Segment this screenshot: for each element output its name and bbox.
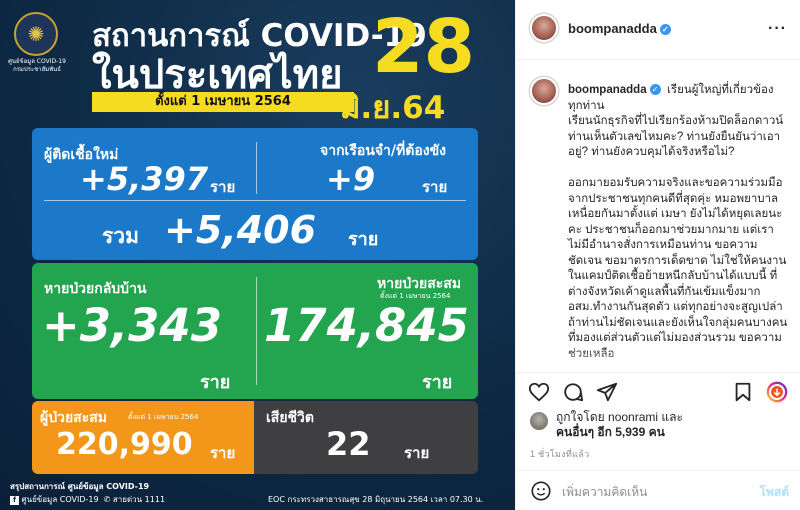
recovered-today-unit: ราย [200, 372, 231, 393]
comment-box: โพสต์ [516, 470, 800, 510]
likes-summary: ถูกใจโดย noonrami และ คนอื่นๆ อีก 5,939 … [530, 410, 790, 440]
seal-caption: ศูนย์ข้อมูล COVID-19 กรมประชาสัมพันธ์ [8, 58, 66, 73]
government-seal-logo: ✺ [14, 12, 58, 56]
story-ring-icon[interactable] [766, 381, 788, 403]
share-icon[interactable] [596, 381, 618, 403]
verified-badge-icon: ✓ [649, 84, 661, 95]
since-date-banner: ตั้งแต่ 1 เมษายน 2564 [92, 92, 354, 112]
header-username[interactable]: boompanadda ✓ [568, 21, 671, 36]
recovered-total-unit: ราย [422, 372, 453, 393]
post-comment-button[interactable]: โพสต์ [760, 483, 789, 502]
total-today-label: รวม [102, 224, 139, 248]
username-text[interactable]: boompanadda [568, 21, 657, 36]
caption-avatar[interactable] [530, 77, 558, 105]
recovered-today-label: หายป่วยกลับบ้าน [44, 281, 147, 297]
footer-contact: f ศูนย์ข้อมูล COVID-19 ✆ สายด่วน 1111 [10, 493, 165, 506]
recovered-total-value: 174,845 [264, 299, 469, 352]
caption-fade [516, 350, 800, 370]
cumulative-cases-label: ผู้ป่วยสะสม [40, 410, 107, 426]
prison-cases-unit: ราย [422, 178, 448, 196]
divider [256, 277, 257, 385]
heart-icon[interactable] [528, 381, 550, 403]
deaths-unit: ราย [404, 444, 430, 462]
liker-avatar[interactable] [530, 412, 548, 430]
date-day: 28 [372, 4, 475, 90]
phone-icon: ✆ [101, 495, 111, 504]
cumulative-cases-value: 220,990 [56, 427, 193, 462]
divider [44, 200, 466, 201]
caption-area: boompanadda ✓ เรียนผู้ใหญ่ที่เกี่ยวข้องทุ… [516, 61, 800, 370]
new-cases-value: +5,397 [80, 160, 209, 198]
facebook-icon: f [10, 496, 19, 505]
likes-count[interactable]: คนอื่นๆ อีก 5,939 คน [556, 425, 665, 439]
avatar[interactable] [530, 14, 558, 42]
caption-username[interactable]: boompanadda [568, 84, 647, 96]
liked-by-text[interactable]: ถูกใจโดย noonrami และ [556, 410, 683, 424]
date-month-year: มิ.ย.64 [340, 90, 446, 126]
new-cases-unit: ราย [210, 178, 236, 196]
cumulative-cases-panel: ผู้ป่วยสะสม ตั้งแต่ 1 เมษายน 2564 220,99… [32, 401, 254, 474]
deaths-value: 22 [326, 425, 371, 463]
footer-facebook: ศูนย์ข้อมูล COVID-19 [21, 495, 99, 504]
instagram-post-panel: boompanadda ✓ ··· boompanadda ✓ เรียนผู้ให… [515, 0, 800, 510]
cumulative-cases-unit: ราย [210, 444, 236, 462]
post-image[interactable]: ✺ ศูนย์ข้อมูล COVID-19 กรมประชาสัมพันธ์ … [0, 0, 515, 510]
post-header: boompanadda ✓ ··· [516, 0, 800, 60]
total-today-value: +5,406 [164, 208, 317, 252]
emoji-icon[interactable] [530, 480, 552, 502]
infographic-footer: สรุปสถานการณ์ ศูนย์ข้อมูล COVID-19 f ศูน… [10, 478, 510, 508]
more-horizontal-icon[interactable]: ··· [768, 20, 787, 38]
recovered-panel: หายป่วยกลับบ้าน +3,343 ราย หายป่วยสะสม ต… [32, 263, 478, 399]
footer-title: สรุปสถานการณ์ ศูนย์ข้อมูล COVID-19 [10, 482, 150, 491]
bookmark-icon[interactable] [732, 381, 754, 403]
post-timestamp[interactable]: 1 ชั่วโมงที่แล้ว [530, 447, 589, 461]
post-actions [516, 372, 800, 410]
footer-source: EOC กระทรวงสาธารณสุข 28 มิถุนายน 2564 เว… [268, 495, 484, 504]
footer-hotline: สายด่วน 1111 [112, 495, 166, 504]
verified-badge-icon: ✓ [659, 24, 671, 35]
caption: boompanadda ✓ เรียนผู้ใหญ่ที่เกี่ยวข้องทุ… [568, 83, 788, 362]
cumulative-cases-sublabel: ตั้งแต่ 1 เมษายน 2564 [128, 413, 199, 421]
prison-cases-label: จากเรือนจำ/ที่ต้องขัง [320, 143, 446, 159]
divider [256, 142, 257, 194]
new-cases-panel: ผู้ติดเชื้อใหม่ +5,397 ราย จากเรือนจำ/ที… [32, 128, 478, 260]
total-today-unit: ราย [348, 229, 379, 250]
comment-input[interactable] [562, 483, 742, 501]
deaths-label: เสียชีวิต [266, 410, 314, 426]
recovered-today-value: +3,343 [42, 299, 223, 352]
prison-cases-value: +9 [326, 160, 376, 198]
caption-text: เรียนผู้ใหญ่ที่เกี่ยวข้องทุกท่าน เรียนนั… [568, 84, 788, 360]
deaths-panel: เสียชีวิต 22 ราย [254, 401, 478, 474]
comment-icon[interactable] [562, 381, 584, 403]
